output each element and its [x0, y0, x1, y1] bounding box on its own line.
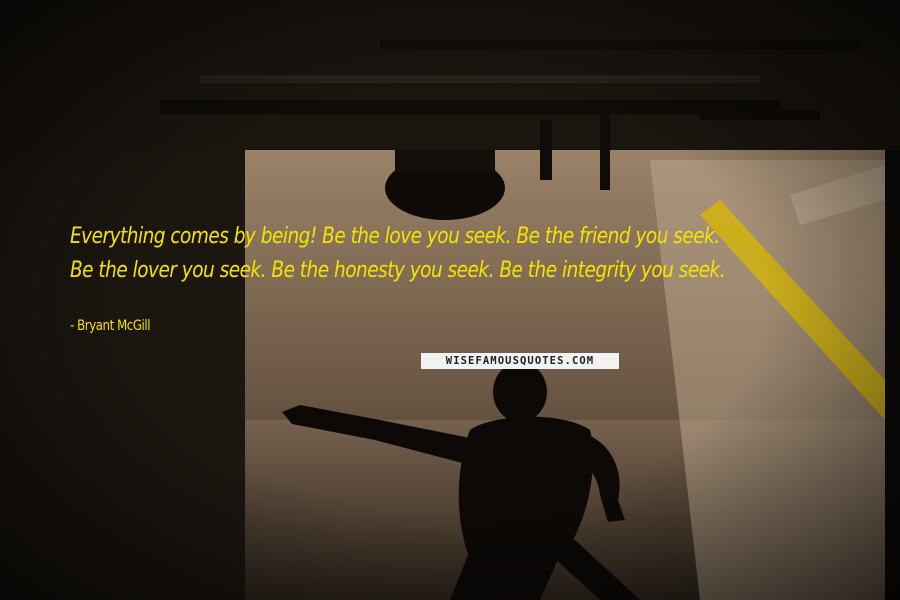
background-photo — [0, 0, 900, 600]
quote-author: - Bryant McGill — [70, 318, 151, 334]
quote-text: Everything comes by being! Be the love y… — [70, 224, 726, 283]
quote-image: Everything comes by being! Be the love y… — [0, 0, 900, 600]
watermark-label: WISEFAMOUSQUOTES.COM — [421, 353, 619, 369]
